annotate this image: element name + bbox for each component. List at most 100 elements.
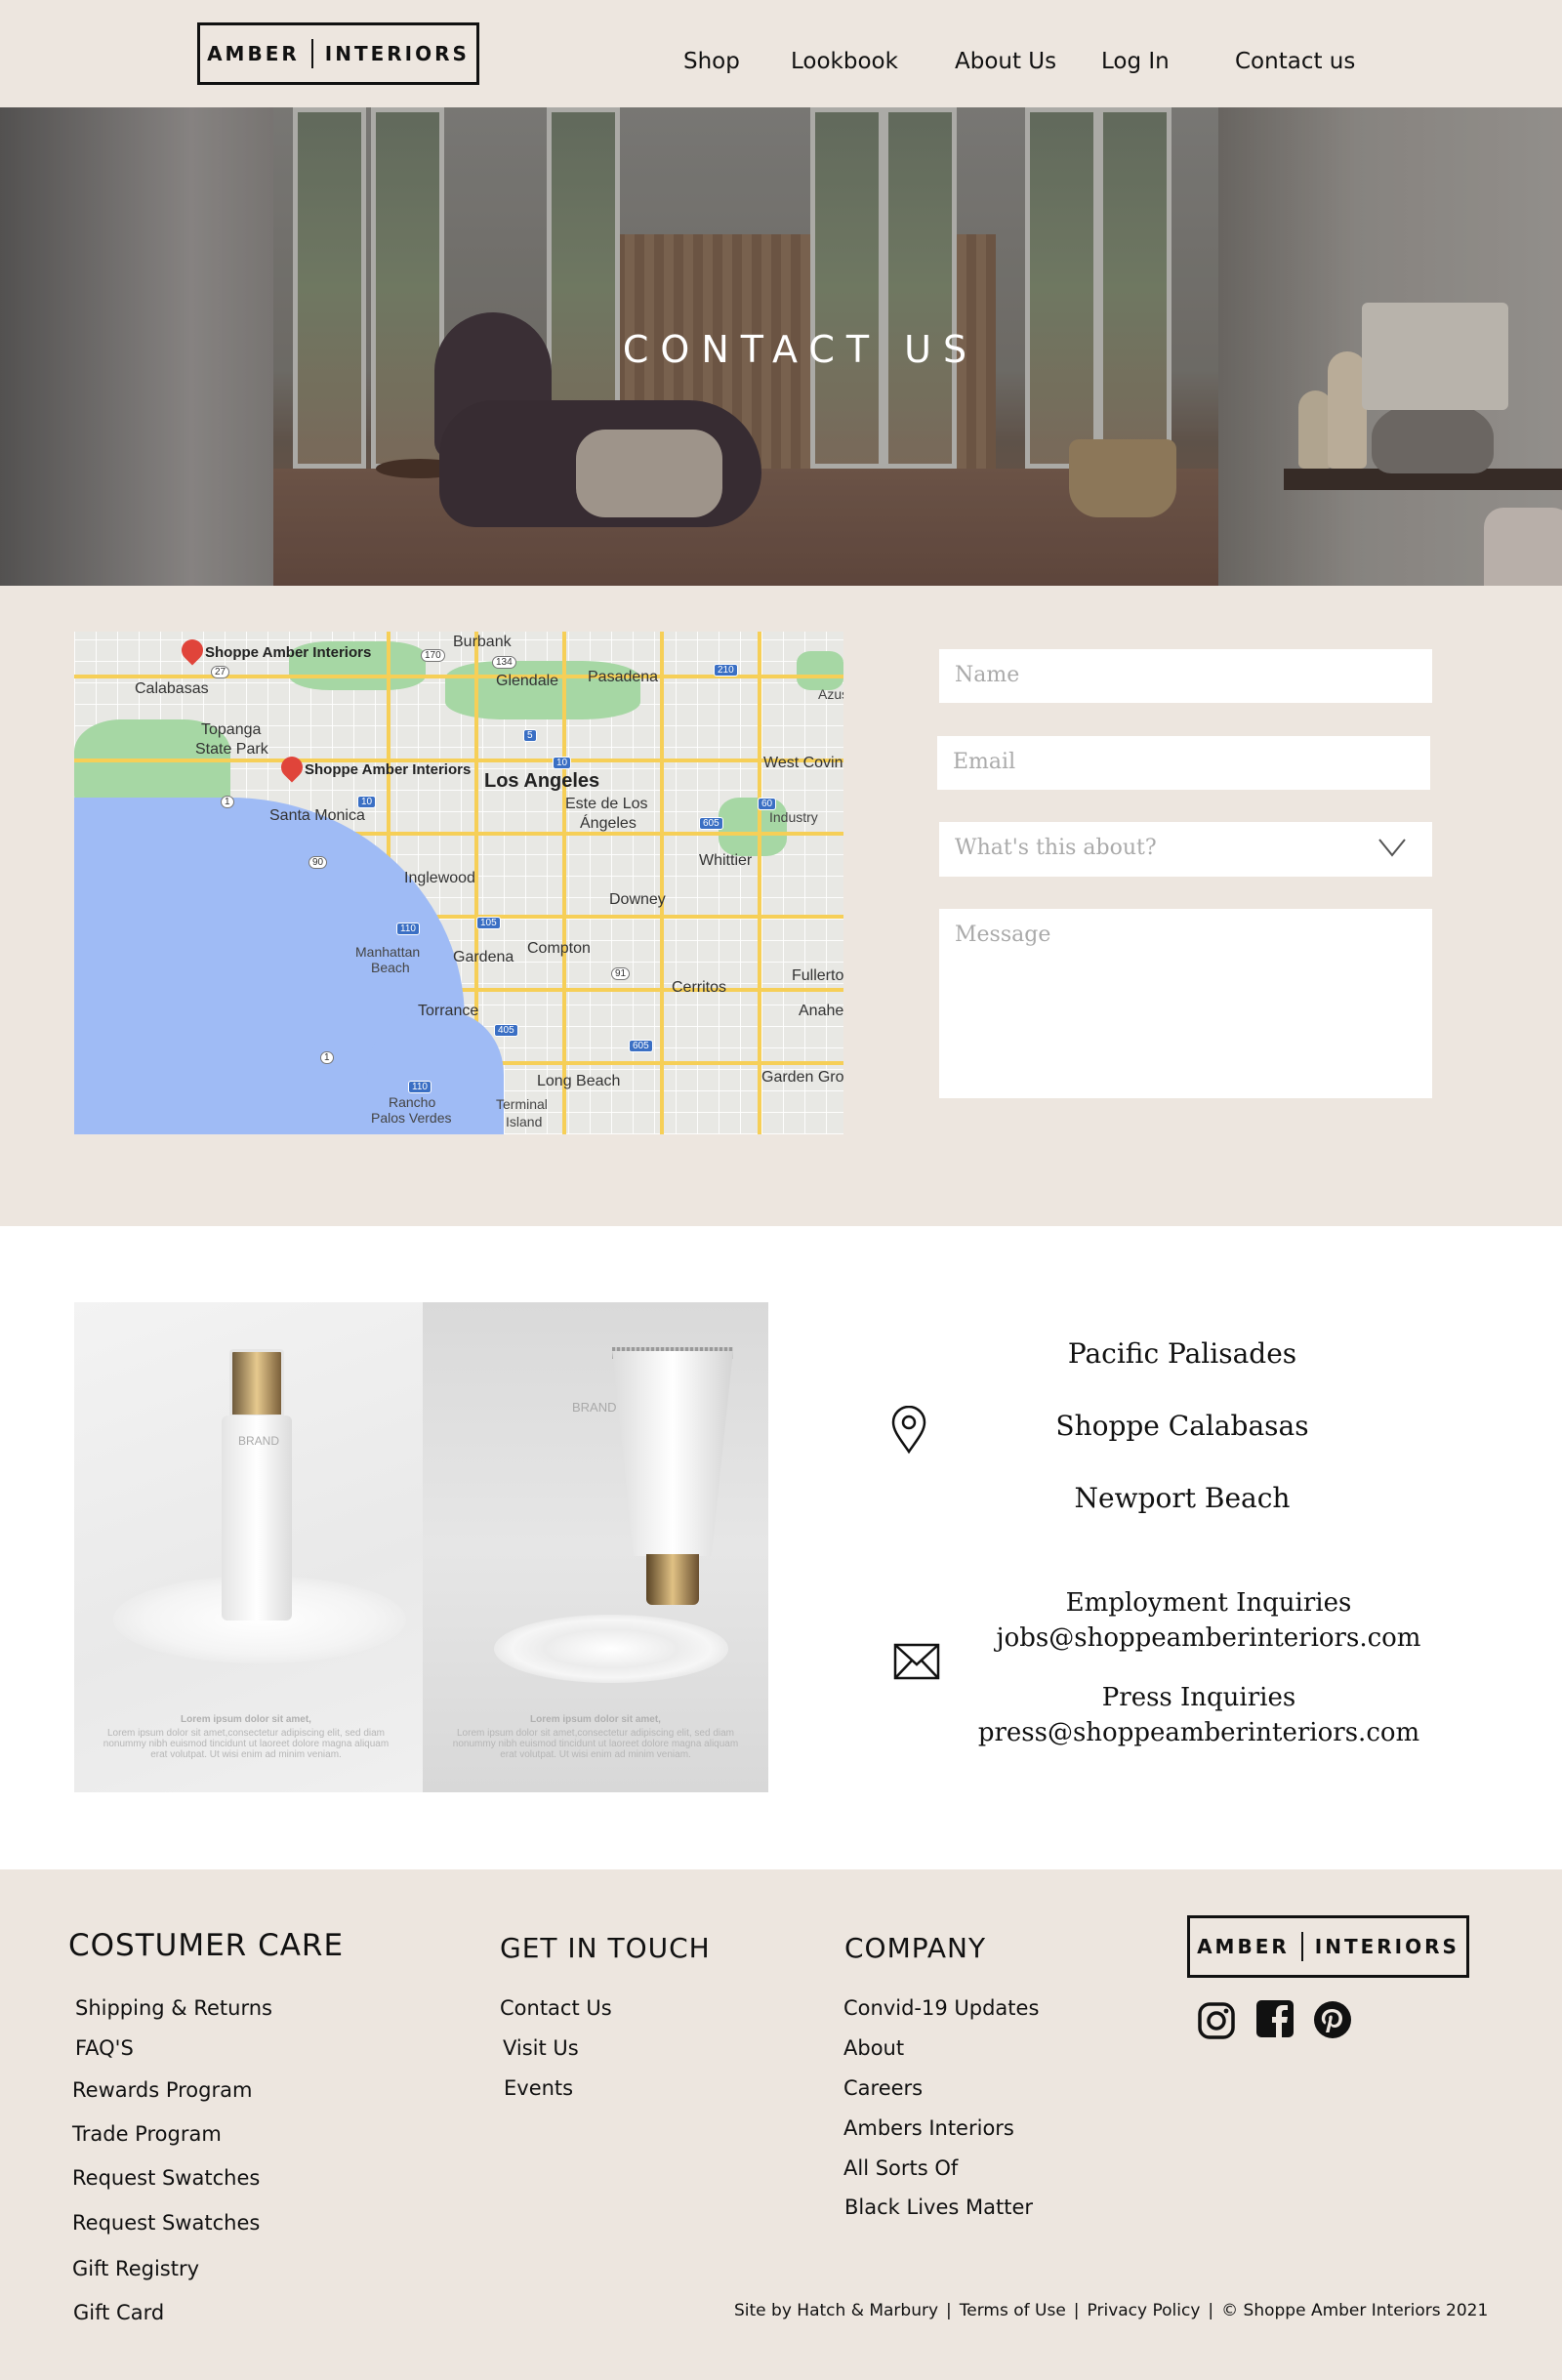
- footer-legal: Site by Hatch & Marbury | Terms of Use | Pri…: [734, 2301, 1488, 2320]
- map-place-label: Azusa: [818, 686, 843, 702]
- brand-logo[interactable]: AMBER INTERIORS: [197, 22, 479, 85]
- copyright-text: © Shoppe Amber Interiors 2021: [1221, 2301, 1489, 2320]
- footer-brand-logo[interactable]: AMBER INTERIORS: [1187, 1915, 1469, 1978]
- caption-title: Lorem ipsum dolor sit amet,: [181, 1714, 311, 1725]
- product-caption-left: Lorem ipsum dolor sit amet, Lorem ipsum …: [100, 1714, 392, 1760]
- map-place-label: Beach: [371, 960, 410, 975]
- tube-cap: [646, 1554, 699, 1605]
- logo-word-interiors: INTERIORS: [1314, 1935, 1459, 1958]
- route-shield: 60: [758, 798, 777, 810]
- name-field[interactable]: Name: [939, 649, 1432, 703]
- footer-link[interactable]: Gift Registry: [72, 2257, 199, 2280]
- nav-about-us[interactable]: About Us: [955, 49, 1056, 74]
- map-park: [797, 651, 843, 690]
- topic-select[interactable]: What's this about?: [939, 822, 1432, 877]
- nav-contact-us[interactable]: Contact us: [1235, 49, 1355, 74]
- footer-link[interactable]: About: [843, 2036, 904, 2060]
- footer-heading-company: COMPANY: [844, 1932, 987, 1964]
- footer-heading-care: COSTUMER CARE: [68, 1928, 345, 1963]
- footer-link[interactable]: Request Swatches: [72, 2166, 260, 2190]
- footer-link[interactable]: Request Swatches: [72, 2211, 260, 2235]
- footer-link[interactable]: Rewards Program: [72, 2078, 252, 2102]
- map-place-label: Santa Monica: [269, 807, 365, 824]
- pinterest-icon[interactable]: [1313, 2000, 1352, 2043]
- footer-link[interactable]: Shipping & Returns: [75, 1996, 272, 2020]
- footer-link[interactable]: Convid-19 Updates: [843, 1996, 1039, 2020]
- email-field[interactable]: Email: [937, 736, 1430, 790]
- press-label: Press Inquiries: [1101, 1683, 1296, 1712]
- route-shield: 10: [553, 757, 572, 769]
- logo-word-amber: AMBER: [207, 42, 300, 65]
- route-shield: 90: [308, 856, 328, 869]
- route-shield: 170: [421, 649, 445, 662]
- map-place-label: Pasadena: [588, 669, 659, 685]
- nav-lookbook[interactable]: Lookbook: [791, 49, 898, 74]
- map-place-label: Industry: [769, 809, 818, 825]
- caption-title: Lorem ipsum dolor sit amet,: [530, 1714, 661, 1725]
- site-credit-link[interactable]: Site by Hatch & Marbury: [734, 2301, 938, 2320]
- route-shield: 110: [396, 923, 420, 935]
- route-shield: 5: [523, 729, 537, 742]
- map-place-label: Ángeles: [580, 815, 637, 832]
- nav-shop[interactable]: Shop: [683, 49, 740, 74]
- logo-divider: [1300, 1932, 1303, 1961]
- legal-separator: |: [1208, 2301, 1214, 2320]
- route-shield: 605: [699, 817, 723, 830]
- footer-link[interactable]: FAQ'S: [75, 2036, 134, 2060]
- map-place-label: Burbank: [453, 634, 512, 650]
- footer-link[interactable]: Contact Us: [500, 1996, 612, 2020]
- map-pin-label: Shoppe Amber Interiors: [305, 761, 472, 778]
- nav-log-in[interactable]: Log In: [1101, 49, 1170, 74]
- logo-divider: [310, 39, 313, 68]
- caption-body: Lorem ipsum dolor sit amet,consectetur a…: [452, 1728, 739, 1760]
- map-place-label: Garden Grove: [761, 1069, 843, 1086]
- map-place-label: Inglewood: [404, 870, 475, 886]
- product-caption-right: Lorem ipsum dolor sit amet, Lorem ipsum …: [449, 1714, 742, 1760]
- footer-link[interactable]: Ambers Interiors: [843, 2116, 1014, 2140]
- product-image: BRAND BRAND Lorem ipsum dolor sit amet, …: [74, 1302, 768, 1792]
- water-ripple: [494, 1615, 728, 1683]
- footer-link[interactable]: Gift Card: [73, 2301, 164, 2324]
- route-shield: 1: [320, 1051, 334, 1064]
- press-inquiries: Press Inquiries press@shoppeamberinterio…: [974, 1680, 1423, 1750]
- map-place-label: Gardena: [453, 949, 514, 965]
- map-place-label: Calabasas: [135, 680, 209, 697]
- bottle-cap: [229, 1349, 284, 1417]
- map-place-label: Anaheim: [799, 1003, 843, 1019]
- footer-link[interactable]: Visit Us: [503, 2036, 579, 2060]
- map-place-label: Manhattan: [355, 944, 421, 960]
- facebook-icon[interactable]: [1255, 1999, 1295, 2042]
- store-map[interactable]: Shoppe Amber Interiors Shoppe Amber Inte…: [74, 632, 843, 1134]
- location-link[interactable]: Shoppe Calabasas: [987, 1410, 1377, 1442]
- footer-link[interactable]: Trade Program: [72, 2122, 222, 2146]
- map-place-label: Long Beach: [537, 1073, 621, 1089]
- site-header: AMBER INTERIORS Shop Lookbook About Us L…: [0, 0, 1562, 107]
- instagram-icon[interactable]: [1197, 2001, 1236, 2044]
- map-place-label: West Covina: [763, 755, 843, 771]
- footer-link[interactable]: Careers: [843, 2076, 923, 2100]
- tube-brand-label: BRAND: [572, 1400, 617, 1415]
- map-pin-label: Shoppe Amber Interiors: [205, 644, 372, 661]
- map-place-label: Rancho: [389, 1094, 436, 1110]
- footer-link[interactable]: Events: [504, 2076, 573, 2100]
- message-field[interactable]: Message: [939, 909, 1432, 1098]
- map-place-label: Whittier: [699, 852, 753, 869]
- map-highway: [758, 632, 761, 1134]
- topic-select-placeholder: What's this about?: [955, 836, 1157, 860]
- employment-email-link[interactable]: jobs@shoppeamberinteriors.com: [984, 1621, 1433, 1656]
- terms-link[interactable]: Terms of Use: [960, 2301, 1066, 2320]
- press-email-link[interactable]: press@shoppeamberinteriors.com: [974, 1715, 1423, 1750]
- map-place-label: Fullerton: [792, 967, 843, 984]
- location-link[interactable]: Newport Beach: [987, 1482, 1377, 1514]
- map-place-label: Topanga: [201, 721, 262, 738]
- footer-link[interactable]: Black Lives Matter: [844, 2195, 1033, 2219]
- map-place-label: Este de Los: [565, 796, 648, 812]
- chevron-down-icon[interactable]: [1377, 836, 1407, 865]
- map-highway: [660, 632, 664, 1134]
- privacy-link[interactable]: Privacy Policy: [1088, 2301, 1201, 2320]
- mail-icon: [893, 1643, 940, 1684]
- location-link[interactable]: Pacific Palisades: [987, 1337, 1377, 1370]
- footer-link[interactable]: All Sorts Of: [843, 2156, 958, 2180]
- route-shield: 105: [476, 917, 501, 929]
- footer-heading-touch: GET IN TOUCH: [500, 1932, 711, 1964]
